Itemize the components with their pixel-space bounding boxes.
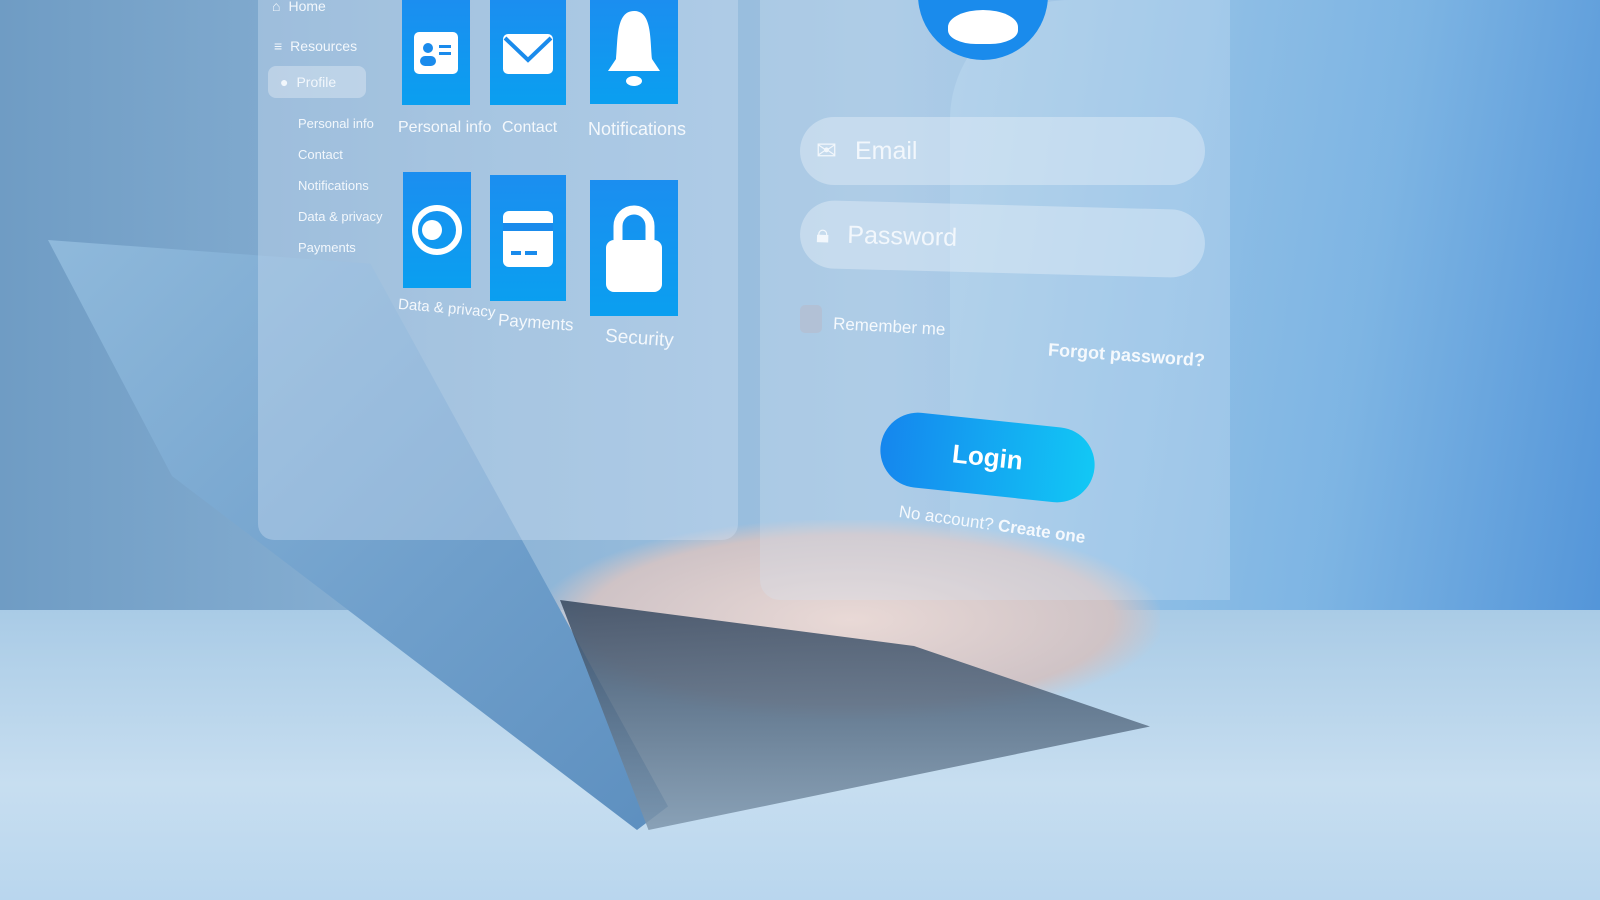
email-field[interactable]: ✉ Email <box>800 117 1205 185</box>
sidebar-item-profile[interactable]: ● Profile <box>268 66 366 98</box>
tile-payments[interactable] <box>490 175 566 301</box>
tile-personal-info[interactable] <box>402 0 470 105</box>
sidebar-subitem-payments[interactable]: Payments <box>298 240 356 255</box>
tile-data-privacy[interactable] <box>403 172 471 288</box>
remember-me-checkbox[interactable] <box>800 305 822 333</box>
home-icon: ⌂ <box>272 0 281 14</box>
lock-icon <box>606 205 662 292</box>
id-card-icon <box>414 31 458 74</box>
bell-icon <box>608 11 660 86</box>
tile-label-contact: Contact <box>502 119 558 136</box>
tile-label-security: Security <box>604 325 675 352</box>
database-icon: ≡ <box>274 38 283 54</box>
login-panel <box>760 0 1230 600</box>
envelope-icon <box>503 33 553 74</box>
tile-contact[interactable] <box>490 0 566 105</box>
tile-security[interactable] <box>590 180 678 316</box>
credit-card-icon <box>503 211 553 267</box>
lock-icon: 🔒︎ <box>815 219 830 248</box>
envelope-icon: ✉ <box>816 137 837 165</box>
tile-label-personal-info: Personal info <box>398 119 492 136</box>
sidebar-item-resources[interactable]: ≡ Resources <box>274 38 357 54</box>
tile-notifications[interactable] <box>590 0 678 104</box>
password-field[interactable]: 🔒︎ Password <box>799 199 1206 279</box>
sidebar-item-home[interactable]: ⌂ Home <box>272 0 326 14</box>
sidebar-subitem-data-privacy[interactable]: Data & privacy <box>298 209 383 224</box>
sidebar-subitem-notifications[interactable]: Notifications <box>298 178 369 193</box>
toggle-icon <box>412 205 462 255</box>
sidebar-subitem-contact[interactable]: Contact <box>298 147 343 162</box>
user-icon: ● <box>280 74 289 90</box>
tile-label-notifications: Notifications <box>588 119 687 139</box>
sidebar-subitem-personal-info[interactable]: Personal info <box>298 116 374 131</box>
